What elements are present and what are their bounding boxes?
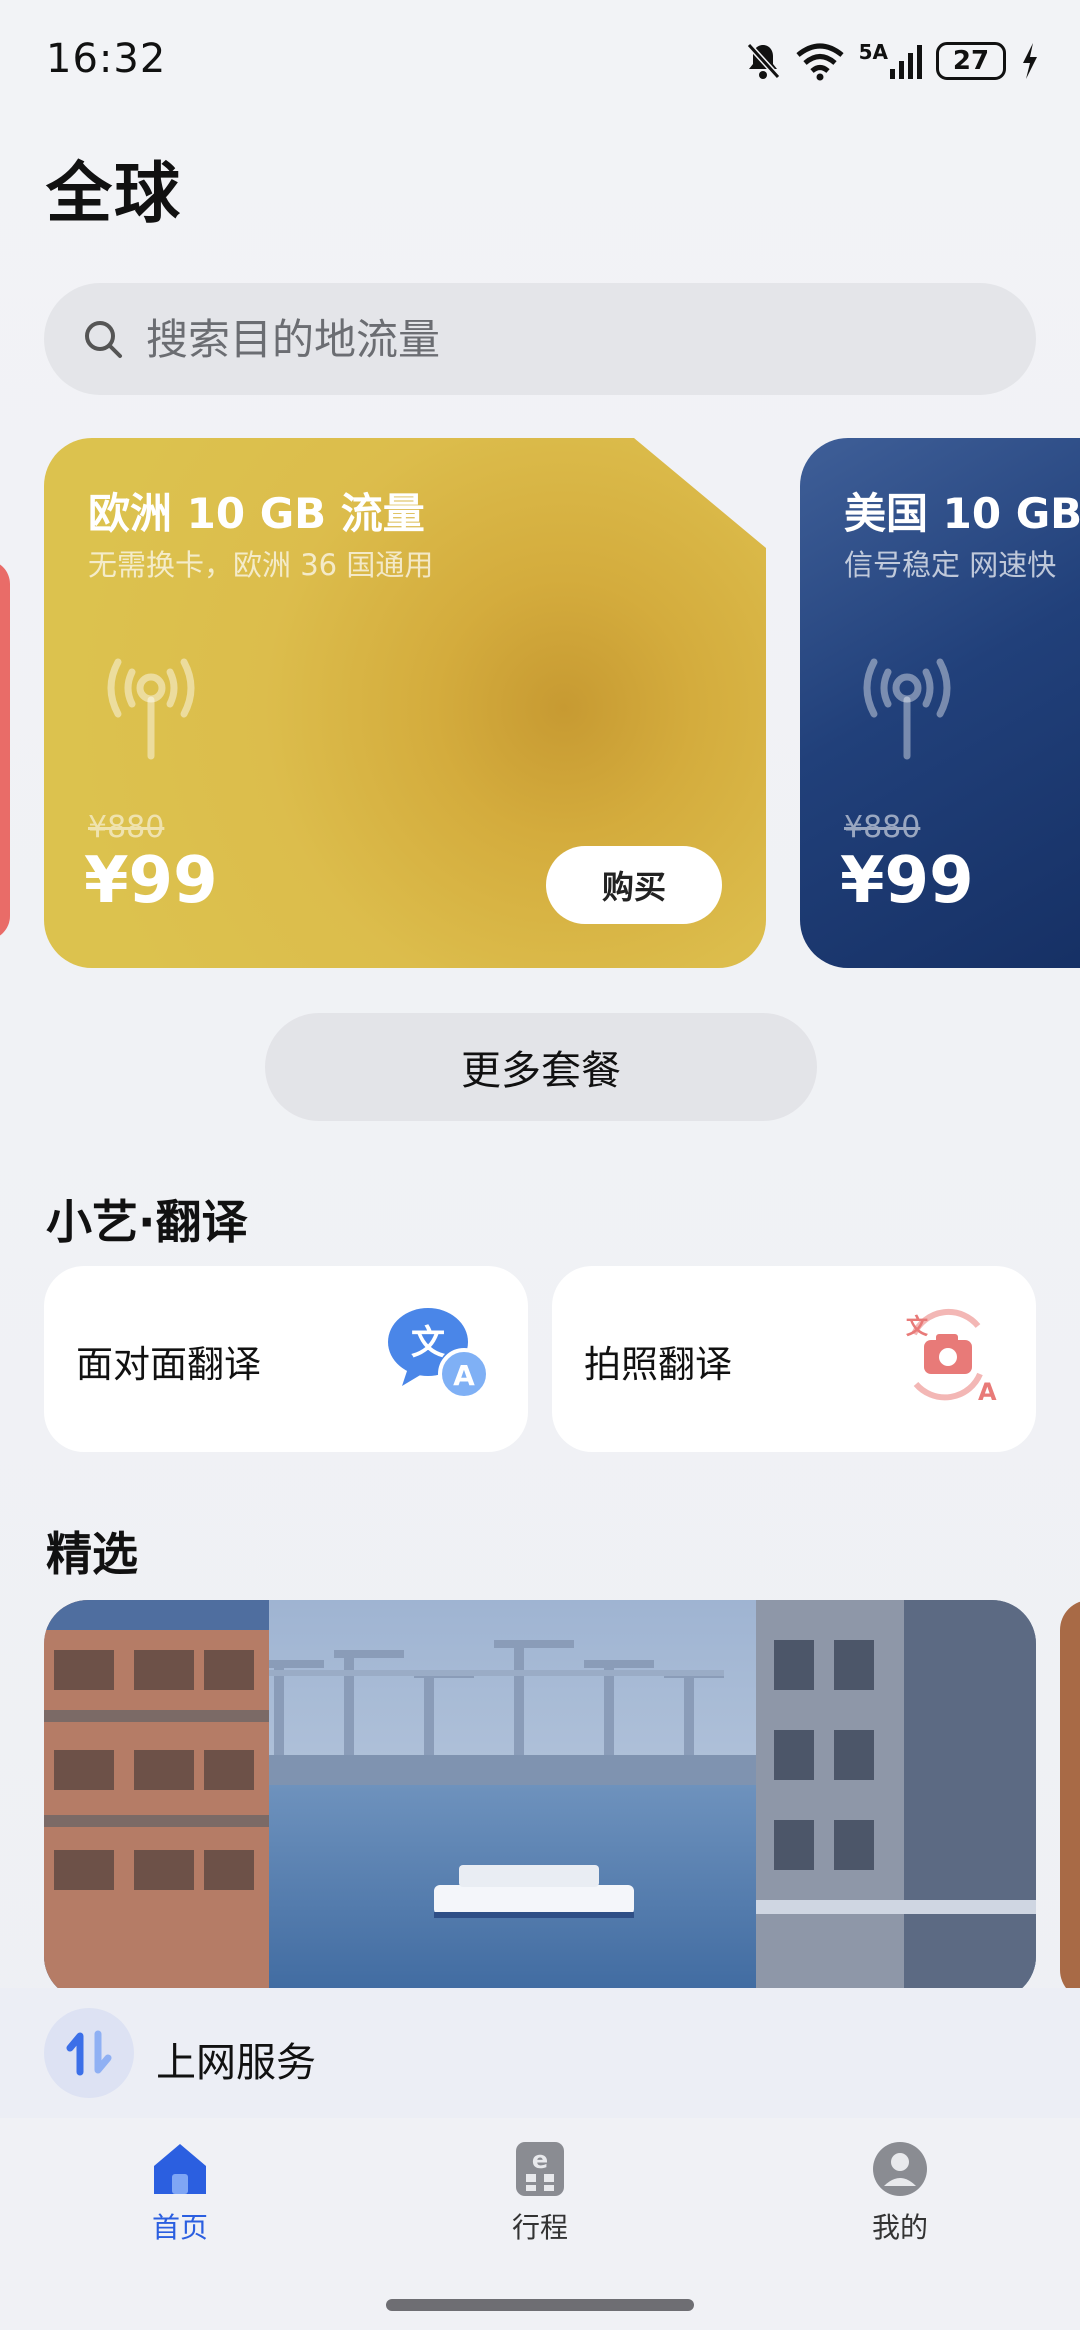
data-transfer-icon — [44, 2008, 134, 2098]
battery-indicator: 27 — [936, 42, 1006, 80]
itinerary-icon: e — [516, 2142, 564, 2196]
tab-label: 行程 — [511, 2211, 568, 2244]
mute-bell-icon — [745, 40, 781, 82]
search-bar[interactable] — [44, 283, 1036, 395]
svg-text:文: 文 — [411, 1323, 445, 1363]
signal-tower-icon — [863, 658, 951, 760]
plan-title: 美国 10 GB — [844, 489, 1080, 538]
face-to-face-translate-card[interactable]: 面对面翻译 文 A — [44, 1266, 528, 1452]
charging-icon — [1020, 40, 1040, 82]
app-screen: 16:32 5A 27 全球 欧洲 10 GB 流量 无需换卡，欧洲 3 — [0, 0, 1080, 2330]
plan-title: 欧洲 10 GB 流量 — [88, 489, 425, 538]
face-to-face-translate-icon: 文 A — [388, 1308, 490, 1400]
service-label: 上网服务 — [156, 2040, 316, 2086]
tab-label: 我的 — [871, 2211, 928, 2244]
buy-button[interactable]: 购买 — [546, 846, 722, 924]
harbor-photo — [44, 1600, 1036, 2000]
sale-price: ¥99 — [84, 844, 218, 918]
translate-label: 面对面翻译 — [76, 1343, 261, 1386]
tab-profile[interactable]: 我的 — [830, 2140, 970, 2246]
original-price: ¥880 — [844, 810, 921, 845]
previous-card-peek[interactable] — [0, 560, 10, 940]
photo-translate-card[interactable]: 拍照翻译 文 A — [552, 1266, 1036, 1452]
plan-card-europe[interactable]: 欧洲 10 GB 流量 无需换卡，欧洲 36 国通用 ¥880 ¥99 购买 — [44, 438, 766, 968]
network-type: 5A — [858, 40, 888, 64]
tab-home[interactable]: 首页 — [110, 2140, 250, 2246]
original-price: ¥880 — [88, 810, 165, 845]
home-icon — [154, 2144, 206, 2194]
wifi-icon — [795, 40, 845, 82]
translate-section-title: 小艺·翻译 — [46, 1195, 248, 1249]
tab-label: 首页 — [151, 2211, 208, 2244]
search-input[interactable] — [146, 314, 946, 364]
photo-translate-icon: 文 A — [906, 1309, 997, 1404]
status-icons: 5A 27 — [745, 40, 1040, 82]
plan-card-usa[interactable]: 美国 10 GB 信号稳定 网速快 ¥880 ¥99 — [800, 438, 1080, 968]
profile-icon — [873, 2142, 927, 2196]
tab-itinerary[interactable]: e 行程 — [470, 2140, 610, 2246]
translate-label: 拍照翻译 — [584, 1343, 732, 1386]
svg-text:e: e — [532, 2146, 548, 2174]
home-indicator[interactable] — [386, 2299, 694, 2311]
plan-subtitle: 信号稳定 网速快 — [844, 548, 1057, 582]
search-icon — [85, 321, 122, 358]
cell-signal-icon: 5A — [859, 40, 922, 82]
plan-subtitle: 无需换卡，欧洲 36 国通用 — [88, 548, 434, 582]
svg-text:A: A — [978, 1378, 997, 1404]
featured-section-title: 精选 — [46, 1527, 138, 1581]
status-time: 16:32 — [46, 36, 167, 82]
svg-text:文: 文 — [906, 1314, 929, 1340]
featured-image-card[interactable] — [44, 1600, 1036, 2000]
more-plans-button[interactable]: 更多套餐 — [265, 1013, 817, 1121]
next-featured-peek[interactable] — [1060, 1600, 1080, 2000]
svg-text:A: A — [453, 1359, 475, 1392]
page-title: 全球 — [46, 155, 182, 232]
signal-tower-icon — [107, 658, 195, 760]
status-bar: 16:32 5A 27 — [0, 0, 1080, 126]
internet-service-bar[interactable]: 上网服务 — [0, 1988, 1080, 2118]
sale-price: ¥99 — [840, 844, 974, 918]
